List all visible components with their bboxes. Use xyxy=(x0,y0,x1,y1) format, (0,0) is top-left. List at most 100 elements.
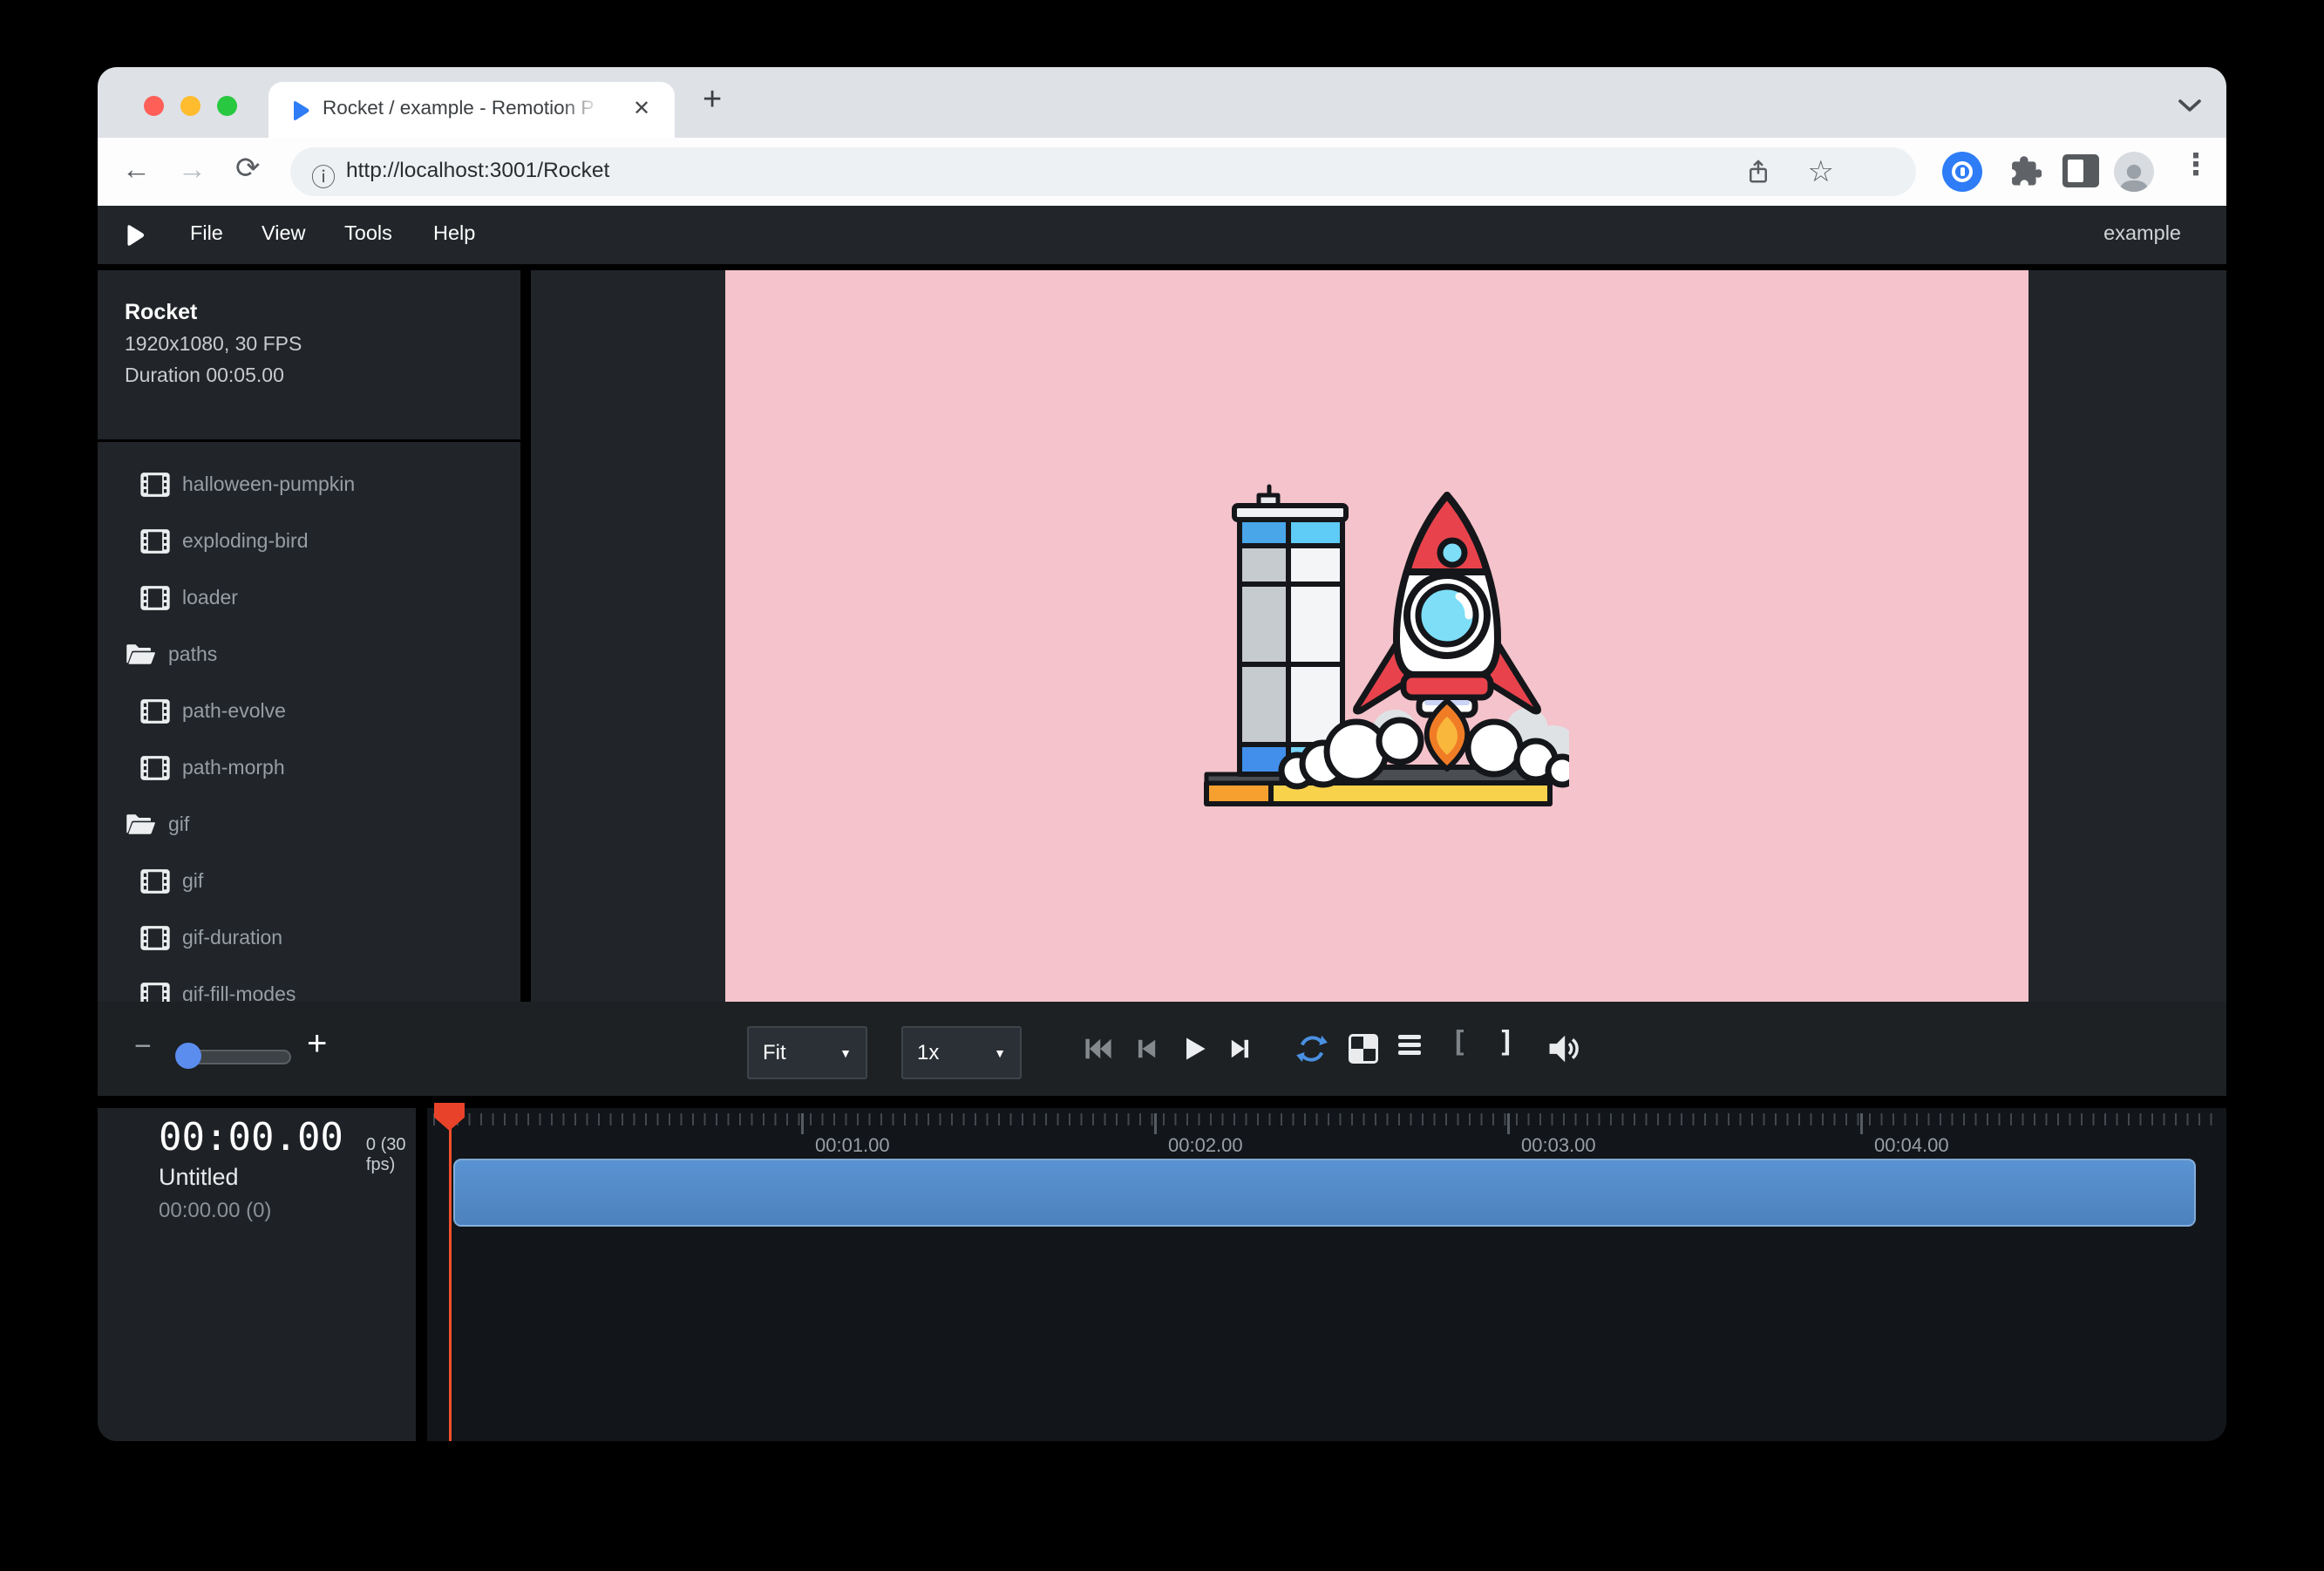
film-icon xyxy=(140,473,170,497)
sidebar-item-path-evolve[interactable]: path-evolve xyxy=(98,683,520,739)
back-icon[interactable]: ← xyxy=(122,153,151,186)
menu-help[interactable]: Help xyxy=(433,221,475,245)
timeline-ruler[interactable] xyxy=(433,1113,2219,1126)
browser-tab[interactable]: Rocket / example - Remotion P ✕ xyxy=(268,82,675,138)
profile-avatar[interactable] xyxy=(2114,152,2154,192)
play-icon[interactable] xyxy=(1179,1034,1207,1064)
playhead-handle[interactable] xyxy=(434,1103,465,1131)
app-menu-bar: File View Tools Help example xyxy=(98,206,2226,270)
side-panel-icon[interactable] xyxy=(2062,154,2099,187)
menu-file[interactable]: File xyxy=(190,221,223,245)
playhead-line[interactable] xyxy=(449,1108,452,1441)
sidebar-folder-paths[interactable]: paths xyxy=(98,626,520,683)
tab-title-wrap: Rocket / example - Remotion P xyxy=(323,97,610,125)
ruler-tick-3s xyxy=(1507,1113,1510,1134)
folder-open-icon xyxy=(125,813,156,836)
film-icon xyxy=(140,586,170,610)
sidebar-item-label: exploding-bird xyxy=(182,529,308,553)
film-icon xyxy=(140,529,170,554)
loop-toggle-icon[interactable] xyxy=(1295,1032,1328,1065)
screenshot-root: Rocket / example - Remotion P ✕ + ← → ⟳ … xyxy=(0,0,2324,1571)
tab-strip: Rocket / example - Remotion P ✕ + xyxy=(98,67,2226,138)
film-icon xyxy=(140,926,170,950)
zoom-out-icon[interactable]: − xyxy=(134,1030,152,1064)
chevron-down-icon: ▼ xyxy=(839,1046,852,1060)
transparency-checkerboard-icon[interactable] xyxy=(1349,1034,1378,1064)
sidebar-divider xyxy=(98,439,520,442)
new-tab-button[interactable]: + xyxy=(703,81,722,119)
zoom-in-icon[interactable]: + xyxy=(307,1024,327,1064)
person-icon xyxy=(2117,160,2151,192)
current-frame-info: 0 (30 fps) xyxy=(366,1135,416,1175)
next-frame-icon[interactable] xyxy=(1227,1034,1254,1064)
sidebar-item-gif-fill-modes[interactable]: gif-fill-modes xyxy=(98,966,520,1002)
film-icon xyxy=(140,699,170,724)
sidebar-item-label: gif xyxy=(168,813,189,836)
timeline-zoom-slider[interactable] xyxy=(179,1050,291,1064)
track-timecode: 00:00.00 (0) xyxy=(159,1199,271,1223)
timeline-left-panel: 00:00.00 0 (30 fps) Untitled 00:00.00 (0… xyxy=(98,1108,427,1441)
sidebar-item-label: gif xyxy=(182,869,203,893)
sidebar-folder-gif[interactable]: gif xyxy=(98,796,520,853)
forward-icon[interactable]: → xyxy=(178,153,207,186)
remotion-logo-icon[interactable] xyxy=(124,222,146,248)
share-icon[interactable] xyxy=(1745,159,1771,185)
composition-name: Rocket xyxy=(125,300,197,325)
preview-area xyxy=(531,270,2226,1002)
track-name: Untitled xyxy=(159,1164,239,1191)
url-text[interactable]: http://localhost:3001/Rocket xyxy=(346,159,609,183)
zoom-slider-knob[interactable] xyxy=(175,1043,201,1069)
sidebar-item-label: path-evolve xyxy=(182,699,286,723)
ruler-label: 00:03.00 xyxy=(1521,1134,1596,1157)
timeline-rows-icon[interactable] xyxy=(1398,1035,1421,1055)
extensions-puzzle-icon[interactable] xyxy=(2003,152,2042,190)
tab-title: Rocket / example - Remotion P xyxy=(323,97,594,119)
close-window-button[interactable] xyxy=(144,96,164,116)
canvas-size-dropdown[interactable]: Fit ▼ xyxy=(747,1026,867,1079)
ruler-label: 00:04.00 xyxy=(1874,1134,1949,1157)
tab-title-fade xyxy=(561,97,610,125)
sidebar-item-label: gif-duration xyxy=(182,926,282,949)
out-point-bracket-icon[interactable]: ] xyxy=(1498,1024,1515,1058)
ruler-label: 00:01.00 xyxy=(815,1134,890,1157)
sidebar-item-path-morph[interactable]: path-morph xyxy=(98,739,520,796)
reload-icon[interactable]: ⟳ xyxy=(235,151,261,186)
sidebar-item-gif-duration[interactable]: gif-duration xyxy=(98,909,520,966)
film-icon xyxy=(140,756,170,780)
ruler-tick-4s xyxy=(1860,1113,1863,1134)
url-bar[interactable]: ⓘ http://localhost:3001/Rocket ☆ xyxy=(290,147,1916,196)
sidebar-item-loader[interactable]: loader xyxy=(98,569,520,626)
playback-speed-dropdown[interactable]: 1x ▼ xyxy=(901,1026,1022,1079)
project-name-label: example xyxy=(2103,221,2181,245)
volume-icon[interactable] xyxy=(1546,1031,1581,1066)
maximize-window-button[interactable] xyxy=(217,96,237,116)
sidebar-item-gif[interactable]: gif xyxy=(98,853,520,909)
sidebar-item-label: halloween-pumpkin xyxy=(182,473,355,496)
video-canvas xyxy=(725,270,2028,1002)
ruler-tick-2s xyxy=(1154,1113,1157,1134)
timeline-track-bar[interactable] xyxy=(453,1159,2196,1227)
bookmark-star-icon[interactable]: ☆ xyxy=(1808,154,1834,189)
composition-duration: Duration 00:05.00 xyxy=(125,364,284,387)
compositions-sidebar: Rocket 1920x1080, 30 FPS Duration 00:05.… xyxy=(98,270,520,1002)
previous-frame-icon[interactable] xyxy=(1133,1034,1159,1064)
skip-to-start-icon[interactable] xyxy=(1083,1034,1114,1064)
browser-toolbar: ← → ⟳ ⓘ http://localhost:3001/Rocket ☆ xyxy=(98,138,2226,206)
size-dropdown-label: Fit xyxy=(763,1041,786,1065)
site-info-icon[interactable]: ⓘ xyxy=(311,159,336,194)
tab-close-icon[interactable]: ✕ xyxy=(633,96,650,121)
menu-tools[interactable]: Tools xyxy=(344,221,392,245)
current-timecode: 00:00.00 xyxy=(159,1115,343,1160)
menu-view[interactable]: View xyxy=(262,221,306,245)
sidebar-item-label: path-morph xyxy=(182,756,285,779)
speed-dropdown-label: 1x xyxy=(917,1041,939,1065)
sidebar-item-label: paths xyxy=(168,643,217,666)
in-point-bracket-icon[interactable]: [ xyxy=(1451,1024,1468,1058)
sidebar-item-halloween-pumpkin[interactable]: halloween-pumpkin xyxy=(98,456,520,513)
minimize-window-button[interactable] xyxy=(180,96,200,116)
tab-search-chevron-icon[interactable] xyxy=(2177,99,2203,112)
browser-menu-dots-icon[interactable]: ⋮ xyxy=(2181,147,2211,182)
onepassword-extension-icon[interactable] xyxy=(1942,152,1982,192)
sidebar-item-label: loader xyxy=(182,586,238,609)
sidebar-item-exploding-bird[interactable]: exploding-bird xyxy=(98,513,520,569)
